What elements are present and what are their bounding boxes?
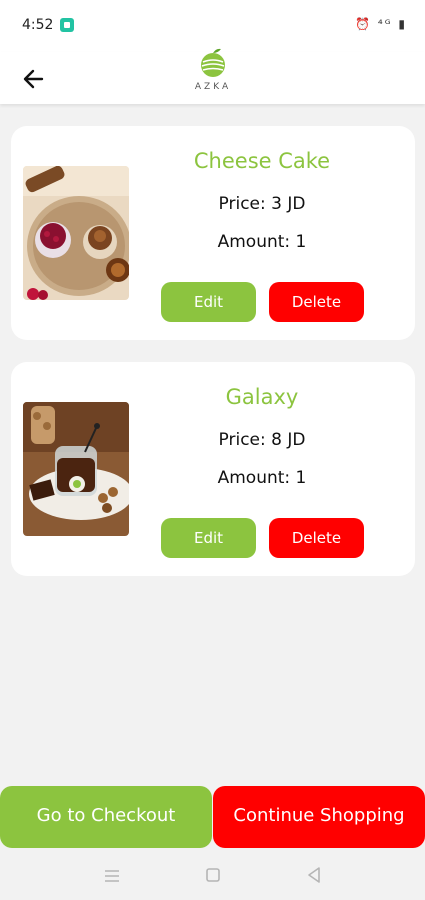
product-price: Price: 8 JD: [218, 430, 306, 450]
status-bar: 4:52 ⏰ ⁴ᴳ ▮: [0, 0, 425, 52]
product-image: [23, 166, 129, 300]
edit-button[interactable]: Edit: [161, 282, 256, 322]
product-amount: Amount: 1: [217, 232, 307, 252]
nav-home-button[interactable]: [205, 867, 221, 887]
logo-text: AZKA: [194, 82, 232, 92]
status-icons: ⏰ ⁴ᴳ ▮: [355, 17, 407, 31]
notification-app-icon: [60, 18, 74, 32]
status-time: 4:52: [22, 17, 54, 33]
product-amount: Amount: 1: [217, 468, 307, 488]
edit-button[interactable]: Edit: [161, 518, 256, 558]
app-header: AZKA: [0, 48, 425, 104]
back-arrow-icon: [23, 69, 44, 89]
delete-button[interactable]: Delete: [269, 518, 364, 558]
delete-button[interactable]: Delete: [269, 282, 364, 322]
menu-icon: [105, 870, 119, 882]
nav-back-button[interactable]: [306, 866, 322, 888]
product-name: Galaxy: [225, 385, 299, 409]
cart-item-card: Galaxy Price: 8 JD Amount: 1 Edit Delete: [11, 362, 415, 576]
system-nav-bar: [0, 850, 425, 900]
product-name: Cheese Cake: [193, 149, 331, 173]
cart-item-card: Cheese Cake Price: 3 JD Amount: 1 Edit D…: [11, 126, 415, 340]
bottom-action-bar: Go to Checkout Continue Shopping: [0, 786, 425, 848]
back-triangle-icon: [308, 867, 320, 883]
continue-shopping-button[interactable]: Continue Shopping: [213, 786, 425, 848]
back-button[interactable]: [20, 60, 50, 90]
app-logo: AZKA: [190, 46, 236, 96]
product-image: [23, 402, 129, 536]
nav-menu-button[interactable]: [104, 868, 120, 887]
home-square-icon: [206, 868, 220, 882]
checkout-button[interactable]: Go to Checkout: [0, 786, 212, 848]
product-price: Price: 3 JD: [218, 194, 306, 214]
logo-fruit-icon: [201, 48, 225, 77]
